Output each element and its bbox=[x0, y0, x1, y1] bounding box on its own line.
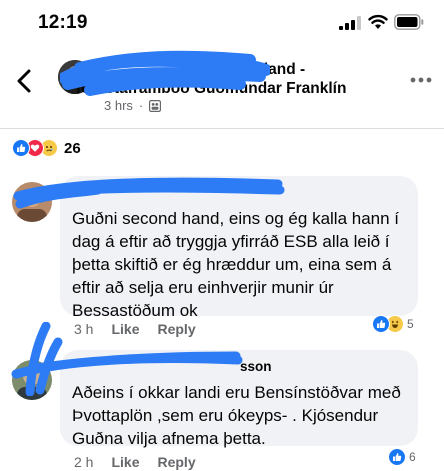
comment-bubble[interactable]: Guðni second hand, eins og ég kalla hann… bbox=[60, 176, 418, 320]
battery-icon bbox=[394, 14, 424, 30]
reactions-summary[interactable]: 26 bbox=[12, 138, 81, 158]
author-name-visible[interactable]: sson bbox=[240, 359, 272, 374]
avatar-photo bbox=[12, 182, 52, 222]
header-divider bbox=[0, 128, 444, 129]
like-button[interactable]: Like bbox=[111, 454, 139, 470]
back-arrow-icon[interactable] bbox=[16, 69, 32, 93]
comment-reactions[interactable]: 6 bbox=[388, 448, 416, 466]
commenter-avatar[interactable] bbox=[12, 360, 52, 400]
comment-reaction-count: 5 bbox=[407, 317, 414, 331]
arrow-right-icon bbox=[196, 61, 203, 73]
like-reaction-icon bbox=[388, 448, 406, 466]
reply-button[interactable]: Reply bbox=[157, 454, 195, 470]
group-privacy-icon bbox=[149, 99, 162, 112]
wifi-icon bbox=[368, 14, 388, 29]
comment-time[interactable]: 2 h bbox=[74, 454, 93, 470]
comment-author[interactable] bbox=[72, 185, 406, 201]
more-options-icon[interactable] bbox=[410, 76, 432, 84]
meta-separator: · bbox=[138, 98, 144, 113]
like-button[interactable]: Like bbox=[111, 321, 139, 337]
post-meta: 3 hrs · bbox=[104, 98, 162, 113]
like-reaction-icon bbox=[372, 315, 390, 333]
like-reaction-icon bbox=[12, 139, 30, 157]
comment-text: Guðni second hand, eins og ég kalla hann… bbox=[72, 209, 400, 320]
comment-reactions[interactable]: 5 bbox=[372, 315, 414, 333]
status-time: 12:19 bbox=[38, 12, 88, 33]
group-subtitle[interactable]: forsetaframboð Guðmundar Franklín bbox=[76, 80, 346, 97]
avatar-photo bbox=[12, 360, 52, 400]
post-time[interactable]: 3 hrs bbox=[104, 98, 133, 113]
comment-bubble[interactable]: sson Aðeins í okkar landi eru Bensínstöð… bbox=[60, 350, 418, 448]
comment-time[interactable]: 3 h bbox=[74, 321, 93, 337]
reaction-count: 26 bbox=[64, 139, 81, 157]
group-name[interactable]: Betra Ísland - bbox=[207, 61, 305, 78]
post-title[interactable]: Betra Ísland - forsetaframboð Guðmundar … bbox=[76, 60, 396, 98]
comment-actions: 2 h Like Reply bbox=[74, 454, 196, 470]
commenter-avatar[interactable] bbox=[12, 182, 52, 222]
comment-reaction-count: 6 bbox=[409, 450, 416, 464]
reply-button[interactable]: Reply bbox=[157, 321, 195, 337]
cellular-signal-icon bbox=[339, 16, 361, 30]
comment-author[interactable]: sson bbox=[72, 359, 406, 375]
post-header: Betra Ísland - forsetaframboð Guðmundar … bbox=[0, 46, 444, 128]
comment-text: Aðeins í okkar landi eru Bensínstöðvar m… bbox=[72, 383, 401, 448]
comment-actions: 3 h Like Reply bbox=[74, 321, 196, 337]
status-bar: 12:19 bbox=[0, 0, 444, 46]
